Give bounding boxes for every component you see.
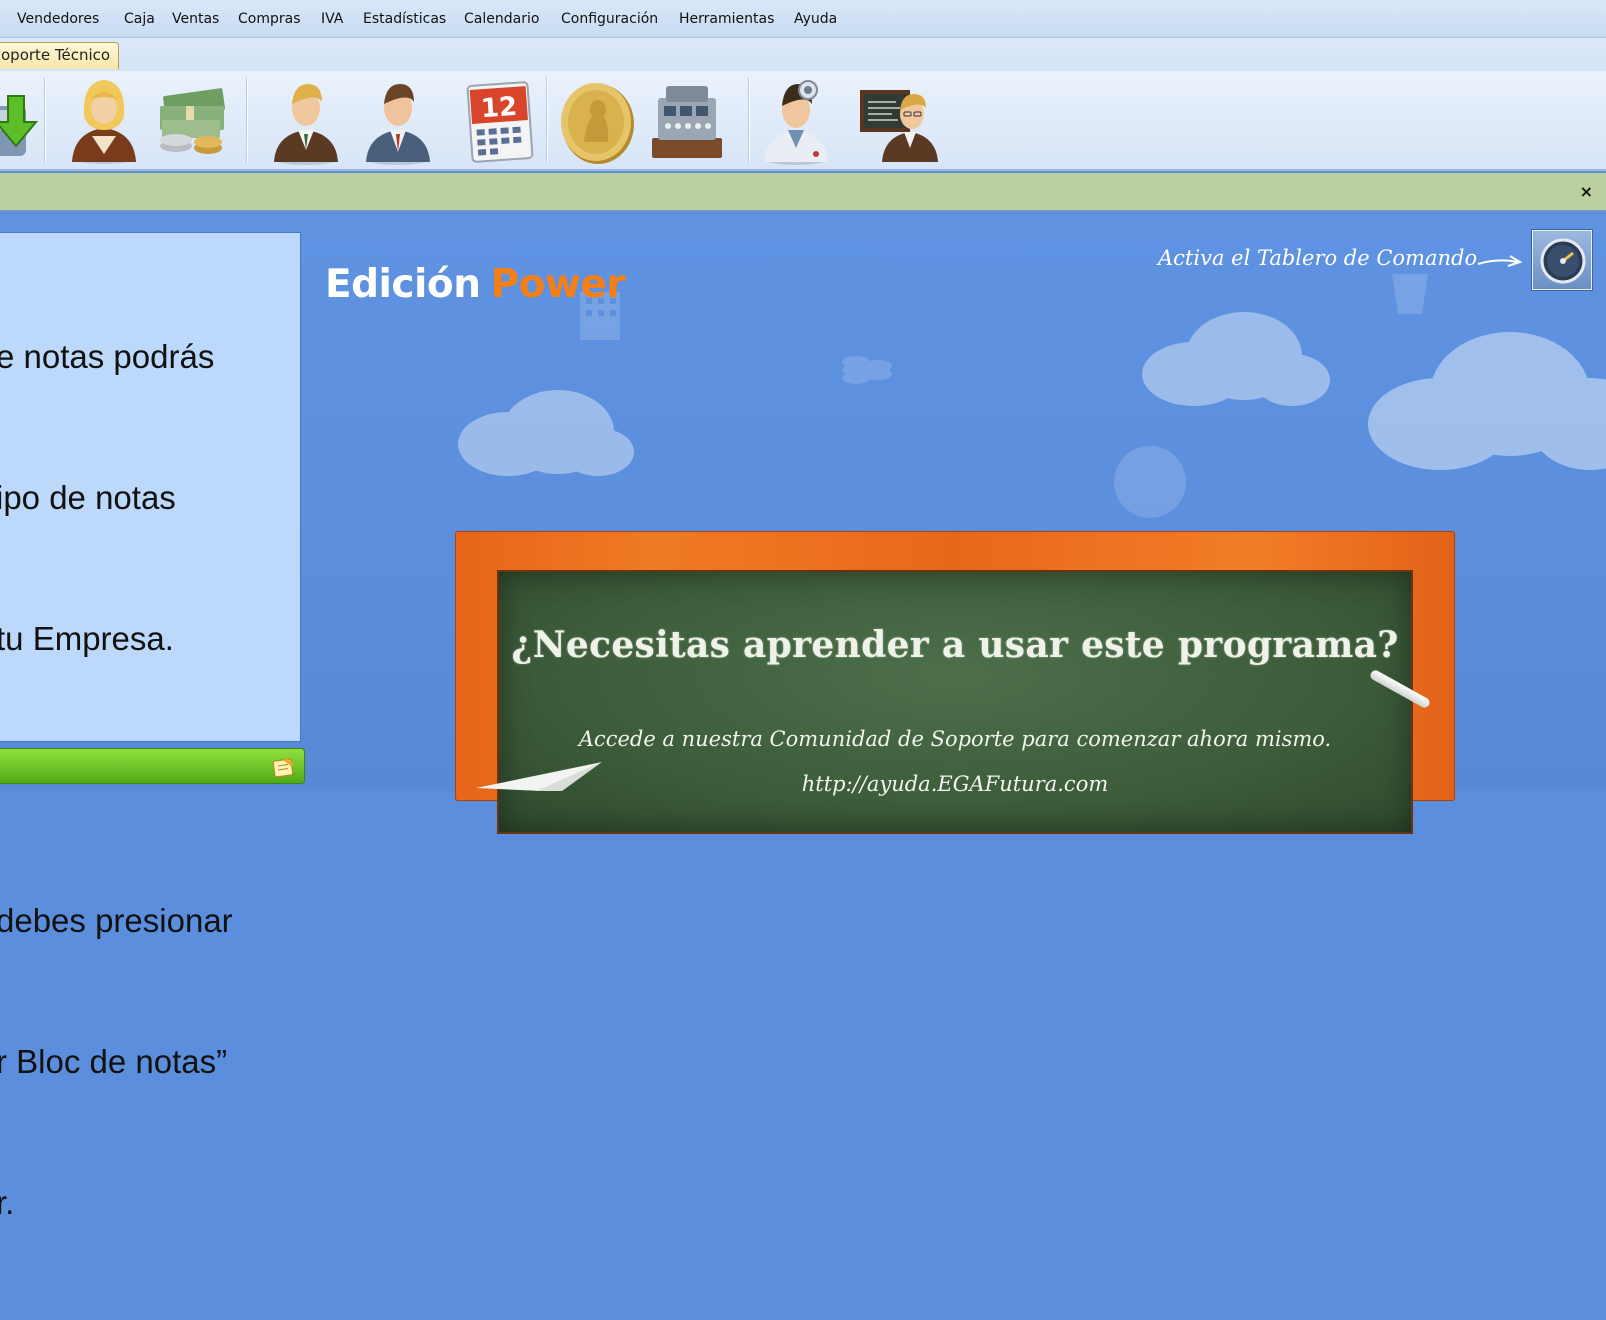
notes-line: tu Empresa. — [0, 620, 174, 657]
chalkboard-title: ¿Necesitas aprender a usar este programa… — [511, 624, 1399, 666]
download-icon[interactable] — [0, 76, 40, 166]
arrow-right-icon — [1477, 255, 1523, 267]
tab-soporte-tecnico[interactable]: oporte Técnico — [0, 42, 120, 69]
paper-plane-icon — [476, 762, 602, 791]
notes-line: e notas podrás — [0, 338, 215, 375]
notes-panel: e notas podrás ipo de notas tu Empresa. … — [0, 232, 301, 1221]
dashboard-label: Activa el Tablero de Comando — [1158, 246, 1478, 270]
doctor-icon[interactable] — [754, 76, 838, 166]
brand-logo: Edición Power — [325, 262, 626, 307]
calendar-day: 12 — [480, 92, 518, 124]
menu-iva[interactable]: IVA — [321, 11, 343, 27]
tab-row: oporte Técnico — [0, 38, 1606, 71]
toolbar: 12 — [0, 71, 1606, 171]
cup-icon — [1392, 274, 1428, 314]
cloud-decoration — [1142, 312, 1330, 406]
menu-bar: Vendedores Caja Ventas Compras IVA Estad… — [0, 0, 1606, 38]
cash-register-icon[interactable] — [644, 76, 728, 166]
cloud-decoration — [458, 390, 634, 476]
menu-vendedores[interactable]: Vendedores — [17, 11, 99, 27]
notes-bar[interactable] — [0, 748, 305, 784]
menu-estadisticas[interactable]: Estadísticas — [363, 11, 446, 27]
coin-icon[interactable] — [554, 76, 638, 166]
toolbar-separator — [748, 78, 749, 162]
chalkboard[interactable]: ¿Necesitas aprender a usar este programa… — [499, 572, 1432, 832]
menu-calendario[interactable]: Calendario — [464, 11, 539, 27]
seller-icon[interactable] — [356, 76, 440, 166]
coins-icon — [842, 356, 892, 384]
gauge-icon — [1540, 238, 1586, 284]
chalk-icon — [1368, 668, 1432, 710]
menu-configuracion[interactable]: Configuración — [561, 11, 658, 27]
toolbar-separator — [246, 78, 247, 162]
support-link[interactable]: http://ayuda.EGAFutura.com — [499, 772, 1411, 796]
notification-bar: × — [0, 173, 1606, 212]
toolbar-separator — [44, 78, 45, 162]
dashboard-button[interactable] — [1532, 230, 1592, 290]
menu-ayuda[interactable]: Ayuda — [794, 11, 837, 27]
close-icon[interactable]: × — [1580, 182, 1593, 201]
notes-line: ipo de notas — [0, 479, 176, 516]
menu-ventas[interactable]: Ventas — [172, 11, 219, 27]
money-icon[interactable] — [150, 76, 234, 166]
cloud-decoration — [1368, 332, 1606, 470]
menu-caja[interactable]: Caja — [124, 11, 155, 27]
female-user-icon[interactable] — [62, 76, 146, 166]
teacher-icon[interactable] — [856, 76, 940, 166]
menu-compras[interactable]: Compras — [238, 11, 301, 27]
notes-line: debes presionar — [0, 902, 233, 939]
toolbar-separator — [546, 78, 547, 162]
menu-herramientas[interactable]: Herramientas — [679, 11, 774, 27]
calendar-icon[interactable]: 12 — [458, 76, 542, 166]
notes-line: r Bloc de notas” — [0, 1043, 228, 1080]
businessman-icon[interactable] — [264, 76, 348, 166]
notepad-icon[interactable] — [272, 756, 296, 778]
chalkboard-subtitle: Accede a nuestra Comunidad de Soporte pa… — [578, 727, 1332, 751]
notes-line: r. — [0, 1184, 15, 1221]
coin-icon — [1114, 446, 1186, 518]
